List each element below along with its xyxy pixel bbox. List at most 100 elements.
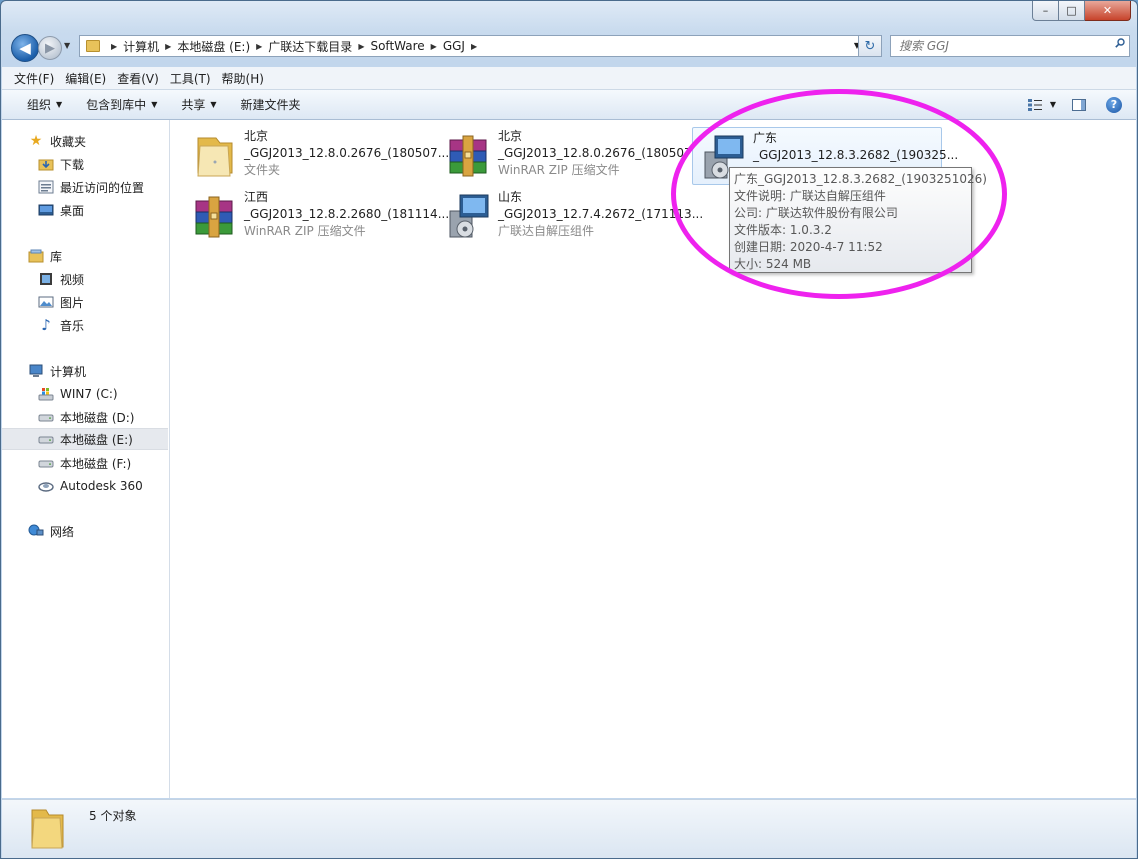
sidebar-item-desktop[interactable]: 桌面 — [2, 199, 168, 221]
sidebar-item-label: 计算机 — [50, 364, 87, 379]
chevron-right-icon[interactable]: ▶ — [431, 42, 437, 51]
folder-icon — [197, 137, 233, 177]
menu-tools[interactable]: 工具(T) — [164, 70, 216, 87]
sidebar-item-label: 视频 — [60, 272, 85, 287]
file-name-line1: 北京 — [498, 129, 523, 143]
chevron-down-icon: ▼ — [210, 100, 217, 109]
arrow-right-icon: ▶ — [45, 40, 55, 56]
hard-drive-icon — [38, 456, 54, 470]
sidebar-item-label: 网络 — [50, 524, 75, 539]
navigation-pane: ★ 收藏夹 下载 最近访问的位置 桌面 库 视频 图片 ♪ 音乐 计算机 WIN… — [2, 120, 170, 798]
organize-button[interactable]: 组织 ▼ — [27, 96, 62, 113]
menu-bar: 文件(F) 编辑(E) 查看(V) 工具(T) 帮助(H) — [2, 67, 1136, 90]
caption-buttons: – □ ✕ — [1032, 1, 1131, 21]
folder-icon — [86, 40, 100, 52]
breadcrumb-computer[interactable]: 计算机 — [123, 38, 159, 55]
file-type: WinRAR ZIP 压缩文件 — [244, 224, 366, 238]
tooltip-created: 创建日期: 2020-4-7 11:52 — [734, 240, 883, 254]
chevron-right-icon[interactable]: ▶ — [358, 42, 364, 51]
sidebar-item-drive-d[interactable]: 本地磁盘 (D:) — [2, 406, 168, 428]
sidebar-network[interactable]: 网络 — [2, 520, 168, 542]
include-in-library-label: 包含到库中 — [86, 98, 147, 112]
sidebar-item-label: 本地磁盘 (D:) — [60, 410, 135, 425]
sidebar-item-drive-f[interactable]: 本地磁盘 (F:) — [2, 452, 168, 474]
sidebar-item-label: 收藏夹 — [50, 134, 87, 149]
sidebar-item-downloads[interactable]: 下载 — [2, 153, 168, 175]
file-item-beijing-folder[interactable]: 北京 _GGJ2013_12.8.0.2676_(180507... 文件夹 — [184, 126, 449, 184]
chevron-right-icon[interactable]: ▶ — [471, 42, 477, 51]
file-type: 文件夹 — [244, 163, 281, 177]
breadcrumb-drive-e[interactable]: 本地磁盘 (E:) — [177, 38, 250, 55]
search-icon[interactable] — [1115, 38, 1125, 48]
tooltip-version: 文件版本: 1.0.3.2 — [734, 223, 832, 237]
file-label: 北京 _GGJ2013_12.8.0.2676_(180507... 文件夹 — [244, 128, 449, 179]
share-button[interactable]: 共享 ▼ — [181, 96, 216, 113]
include-in-library-button[interactable]: 包含到库中 ▼ — [86, 96, 157, 113]
sidebar-item-label: 下载 — [60, 157, 85, 172]
breadcrumb-software[interactable]: SoftWare — [370, 39, 424, 53]
hard-drive-icon — [38, 410, 54, 424]
sidebar-computer[interactable]: 计算机 — [2, 360, 168, 382]
breadcrumb-ggj[interactable]: GGJ — [443, 39, 465, 53]
file-name-line1: 北京 — [244, 129, 269, 143]
sidebar-item-pictures[interactable]: 图片 — [2, 291, 168, 313]
downloads-folder-icon — [38, 157, 54, 171]
navigation-bar: ◀ ▶ ▼ ▶ 计算机 ▶ 本地磁盘 (E:) ▶ 广联达下载目录 ▶ Soft… — [9, 32, 1130, 62]
preview-pane-icon[interactable] — [1072, 98, 1086, 111]
help-icon[interactable]: ? — [1106, 96, 1122, 113]
sidebar-item-music[interactable]: ♪ 音乐 — [2, 314, 168, 336]
sidebar-item-drive-c[interactable]: WIN7 (C:) — [2, 383, 168, 405]
sidebar-item-label: 库 — [50, 249, 63, 264]
library-icon — [28, 249, 44, 263]
folder-icon — [31, 809, 64, 849]
chevron-right-icon[interactable]: ▶ — [256, 42, 262, 51]
breadcrumb-download-dir[interactable]: 广联达下载目录 — [268, 38, 352, 55]
menu-edit[interactable]: 编辑(E) — [59, 70, 111, 87]
chevron-right-icon[interactable]: ▶ — [111, 42, 117, 51]
file-label: 广东 _GGJ2013_12.8.3.2682_(190325... — [753, 130, 958, 164]
view-options-dropdown[interactable]: ▼ — [1050, 100, 1056, 109]
new-folder-button[interactable]: 新建文件夹 — [241, 96, 301, 113]
sidebar-item-label: 本地磁盘 (E:) — [60, 432, 133, 447]
explorer-window: – □ ✕ ◀ ▶ ▼ ▶ 计算机 ▶ 本地磁盘 (E:) ▶ 广联达下载目录 … — [0, 0, 1138, 859]
file-label: 江西 _GGJ2013_12.8.2.2680_(181114... WinRA… — [244, 189, 449, 240]
file-item-shandong-installer[interactable]: 山东 _GGJ2013_12.7.4.2672_(171113... 广联达自解… — [438, 187, 703, 245]
file-info-tooltip: 广东_GGJ2013_12.8.3.2682_(1903251026) 文件说明… — [729, 167, 987, 273]
sidebar-item-drive-e[interactable]: 本地磁盘 (E:) — [2, 428, 168, 450]
address-bar[interactable]: ▶ 计算机 ▶ 本地磁盘 (E:) ▶ 广联达下载目录 ▶ SoftWare ▶… — [79, 35, 867, 57]
forward-button[interactable]: ▶ — [38, 36, 62, 60]
file-name-line2: _GGJ2013_12.7.4.2672_(171113... — [498, 207, 704, 221]
change-view-icon[interactable] — [1027, 98, 1042, 111]
menu-help[interactable]: 帮助(H) — [216, 70, 269, 87]
file-label: 北京 _GGJ2013_12.8.0.2676_(180507... WinRA… — [498, 128, 703, 179]
cloud-drive-icon — [38, 479, 54, 493]
file-label: 山东 _GGJ2013_12.7.4.2672_(171113... 广联达自解… — [498, 189, 703, 240]
maximize-button[interactable]: □ — [1059, 1, 1085, 21]
file-name-line1: 江西 — [244, 190, 269, 204]
sidebar-item-label: 桌面 — [60, 203, 85, 218]
minimize-button[interactable]: – — [1032, 1, 1059, 21]
installer-icon — [449, 194, 489, 238]
winrar-archive-icon — [195, 196, 233, 238]
back-button[interactable]: ◀ — [11, 34, 39, 62]
file-type: WinRAR ZIP 压缩文件 — [498, 163, 620, 177]
menu-view[interactable]: 查看(V) — [111, 70, 164, 87]
file-item-beijing-zip[interactable]: 北京 _GGJ2013_12.8.0.2676_(180507... WinRA… — [438, 126, 703, 184]
close-button[interactable]: ✕ — [1085, 1, 1131, 21]
chevron-right-icon[interactable]: ▶ — [165, 42, 171, 51]
sidebar-favorites[interactable]: ★ 收藏夹 — [2, 130, 168, 152]
recent-pages-dropdown[interactable]: ▼ — [64, 41, 70, 50]
tooltip-size: 大小: 524 MB — [734, 257, 812, 271]
sidebar-item-recent-places[interactable]: 最近访问的位置 — [2, 176, 168, 198]
search-input[interactable] — [897, 38, 1101, 54]
sidebar-libraries[interactable]: 库 — [2, 245, 168, 267]
file-item-jiangxi-zip[interactable]: 江西 _GGJ2013_12.8.2.2680_(181114... WinRA… — [184, 187, 449, 245]
video-icon — [38, 272, 54, 286]
sidebar-item-videos[interactable]: 视频 — [2, 268, 168, 290]
organize-label: 组织 — [27, 98, 52, 112]
sidebar-item-label: 本地磁盘 (F:) — [60, 456, 132, 471]
menu-file[interactable]: 文件(F) — [2, 70, 59, 87]
sidebar-item-autodesk-360[interactable]: Autodesk 360 — [2, 475, 168, 497]
search-box[interactable] — [890, 35, 1130, 57]
refresh-button[interactable]: ↻ — [858, 35, 882, 57]
